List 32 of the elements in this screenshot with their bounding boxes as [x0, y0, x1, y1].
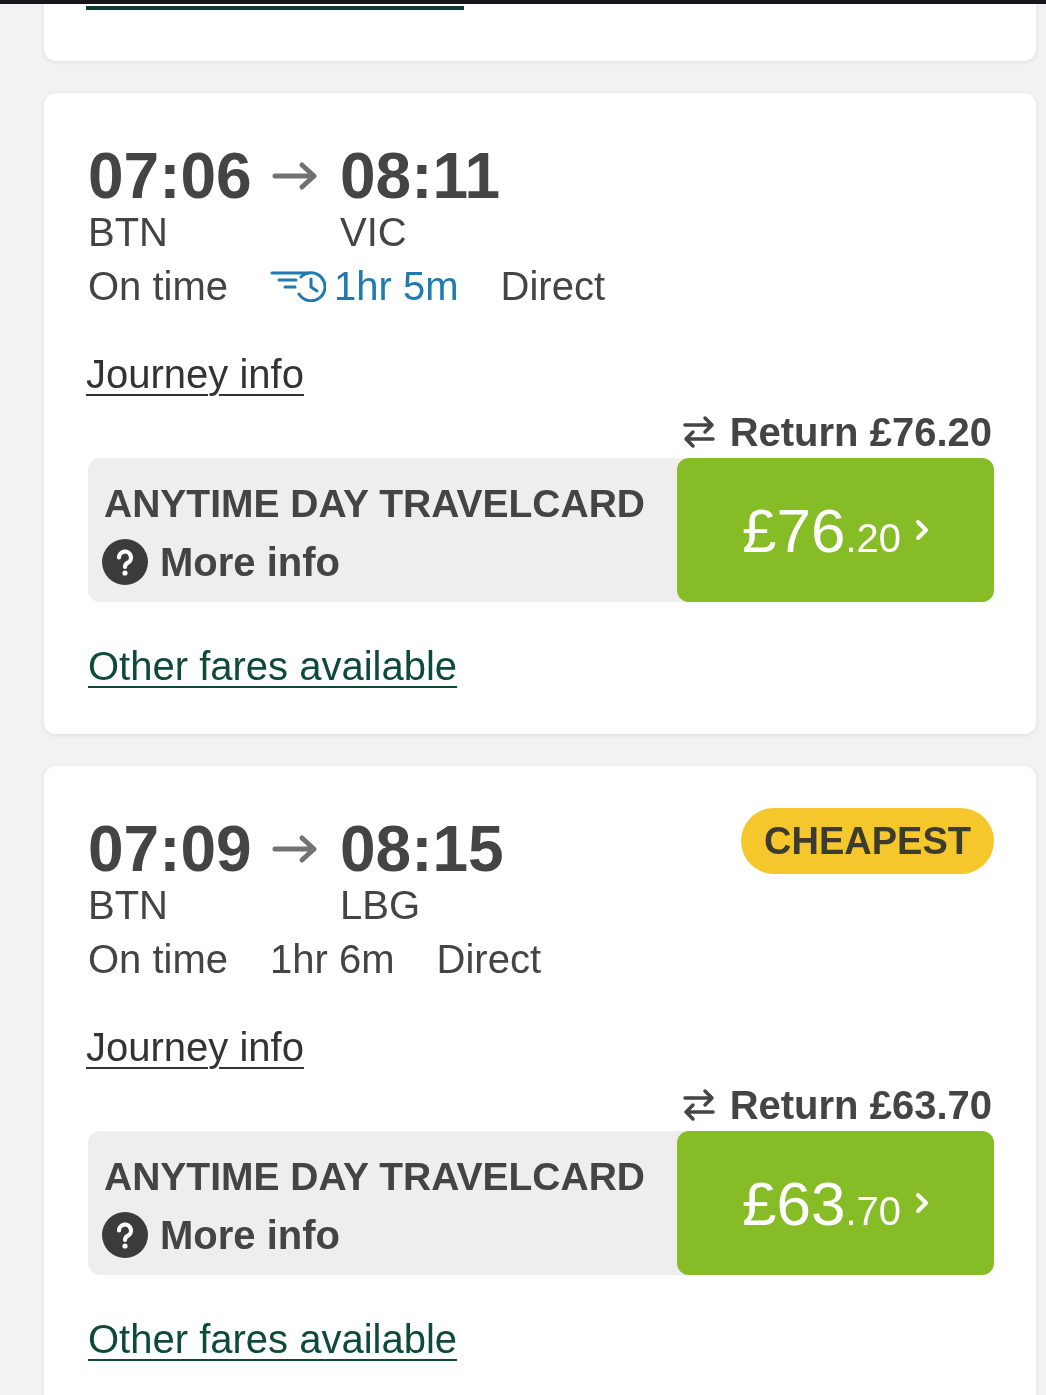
status-text: On time — [88, 937, 229, 981]
arrival-time: 08:15 — [340, 818, 504, 880]
departure-time: 07:06 — [88, 145, 253, 207]
status-text: On time — [88, 264, 229, 308]
journey-info-link[interactable]: Journey info — [86, 352, 304, 396]
departure-station: BTN — [88, 210, 169, 254]
arrival-station: VIC — [340, 210, 408, 254]
arrival-station: LBG — [340, 883, 422, 927]
other-fares-link[interactable]: Other fares available — [88, 1317, 458, 1361]
duration-text: 1hr 5m — [334, 264, 459, 308]
fare-name: ANYTIME DAY TRAVELCARD — [104, 482, 646, 526]
chevron-right-icon — [915, 519, 930, 541]
question-circle-icon — [102, 1212, 148, 1258]
return-price-label: Return £63.70 — [729, 1083, 992, 1127]
arrival-time: 08:11 — [340, 145, 501, 207]
changes-text: Direct — [500, 264, 605, 308]
question-circle-icon — [102, 539, 148, 585]
cheapest-badge: CHEAPEST — [741, 808, 994, 874]
more-info-link[interactable]: More info — [160, 1213, 340, 1257]
changes-text: Direct — [436, 937, 541, 981]
fare-name: ANYTIME DAY TRAVELCARD — [104, 1155, 646, 1199]
more-info-link[interactable]: More info — [160, 540, 340, 584]
duration-text: 1hr 6m — [270, 937, 395, 981]
departure-time: 07:09 — [88, 818, 253, 880]
return-price-label: Return £76.20 — [729, 410, 992, 454]
arrow-right-icon — [272, 834, 318, 864]
speed-clock-icon — [270, 270, 327, 302]
journey-info-link[interactable]: Journey info — [86, 1025, 304, 1069]
other-fares-link[interactable]: Other fares available — [88, 644, 458, 688]
arrow-right-icon — [272, 161, 318, 191]
chevron-right-icon — [915, 1192, 930, 1214]
departure-station: BTN — [88, 883, 169, 927]
